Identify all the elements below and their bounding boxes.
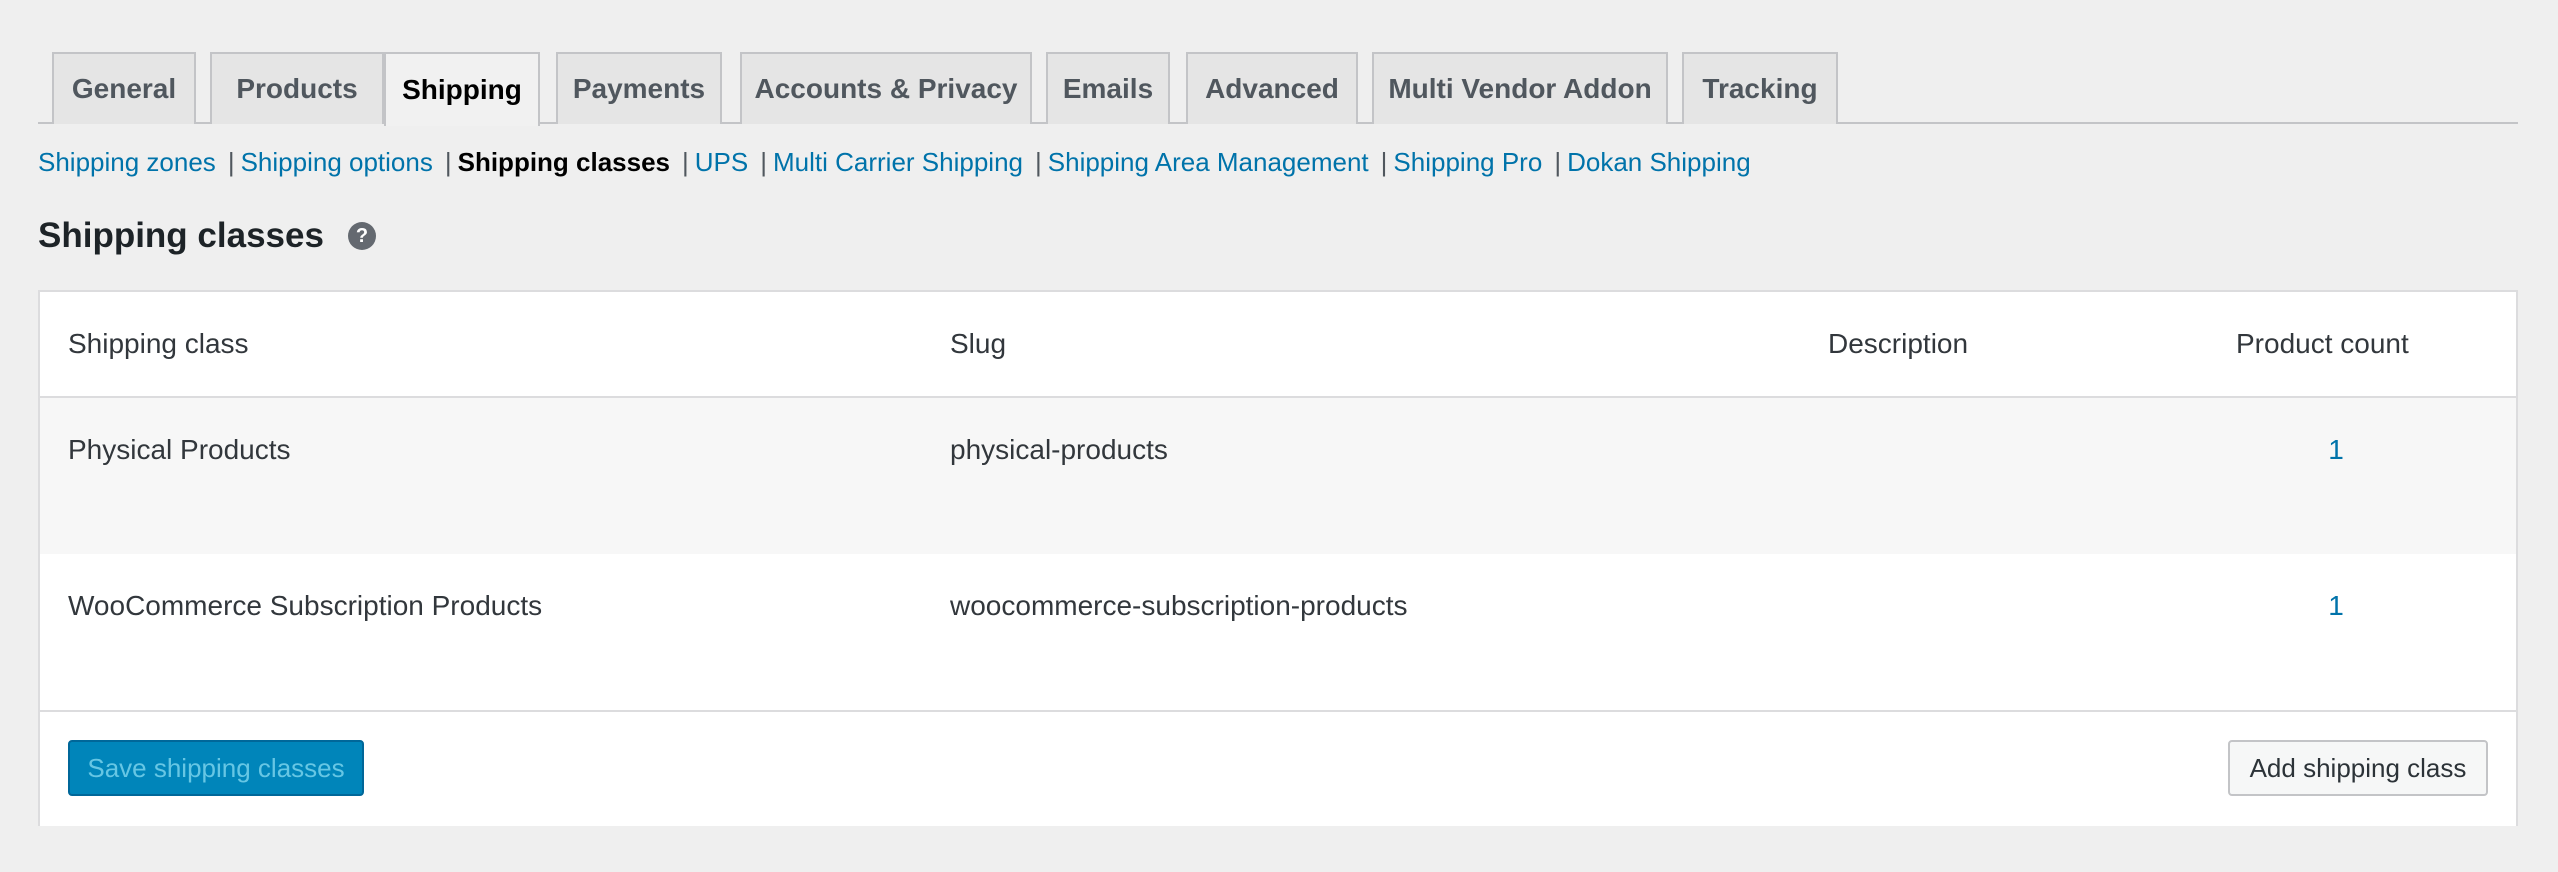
subnav-shipping-options[interactable]: Shipping options <box>241 147 433 178</box>
tab-multi-vendor-addon[interactable]: Multi Vendor Addon <box>1372 52 1668 124</box>
shipping-class-slug: woocommerce-subscription-products <box>950 590 1408 621</box>
shipping-subnav: Shipping zones | Shipping options | Ship… <box>38 145 1751 179</box>
column-header-slug: Slug <box>950 328 1007 359</box>
subnav-ups[interactable]: UPS <box>695 147 748 178</box>
product-count-link[interactable]: 1 <box>2316 434 2356 466</box>
column-header-description: Description <box>1828 328 1969 359</box>
subnav-separator: | <box>1554 146 1562 177</box>
subnav-separator: | <box>760 146 768 177</box>
subnav-shipping-zones[interactable]: Shipping zones <box>38 147 216 178</box>
subnav-separator: | <box>682 146 689 177</box>
subnav-separator: | <box>444 146 452 177</box>
subnav-shipping-area-management[interactable]: Shipping Area Management <box>1048 147 1369 178</box>
shipping-classes-table: Shipping class Slug Description Product … <box>38 290 2518 826</box>
shipping-class-name: Physical Products <box>68 434 291 465</box>
table-row[interactable]: Physical Products physical-products 1 <box>40 398 2516 554</box>
help-icon[interactable]: ? <box>347 222 376 250</box>
subnav-dokan-shipping[interactable]: Dokan Shipping <box>1567 147 1751 178</box>
shipping-class-name: WooCommerce Subscription Products <box>68 590 543 621</box>
tab-shipping[interactable]: Shipping <box>384 52 540 126</box>
table-row[interactable]: WooCommerce Subscription Products woocom… <box>40 554 2516 710</box>
subnav-shipping-pro[interactable]: Shipping Pro <box>1393 147 1542 178</box>
table-header: Shipping class Slug Description Product … <box>40 292 2516 398</box>
page-title: Shipping classes <box>38 216 324 255</box>
product-count-link[interactable]: 1 <box>2316 590 2356 622</box>
tab-emails[interactable]: Emails <box>1046 52 1170 124</box>
tab-accounts-privacy[interactable]: Accounts & Privacy <box>740 52 1032 124</box>
subnav-separator: | <box>1035 146 1042 177</box>
add-shipping-class-button[interactable]: Add shipping class <box>2228 740 2488 796</box>
tab-tracking[interactable]: Tracking <box>1682 52 1838 124</box>
subnav-shipping-classes-current: Shipping classes <box>457 146 671 177</box>
tab-payments[interactable]: Payments <box>556 52 722 124</box>
table-footer: Save shipping classes Add shipping class <box>40 710 2516 826</box>
save-shipping-classes-button[interactable]: Save shipping classes <box>68 740 364 796</box>
settings-tabs: General Products Shipping Payments Accou… <box>38 52 2518 126</box>
subnav-separator: | <box>1380 146 1388 177</box>
tab-general[interactable]: General <box>52 52 196 124</box>
tab-advanced[interactable]: Advanced <box>1186 52 1358 124</box>
subnav-multi-carrier-shipping[interactable]: Multi Carrier Shipping <box>773 147 1023 178</box>
column-header-shipping-class: Shipping class <box>68 328 249 359</box>
tab-products[interactable]: Products <box>210 52 384 124</box>
subnav-separator: | <box>227 146 235 177</box>
shipping-class-slug: physical-products <box>950 434 1168 465</box>
column-header-product-count: Product count <box>2236 328 2409 359</box>
page-title-row: Shipping classes ? <box>38 216 376 256</box>
